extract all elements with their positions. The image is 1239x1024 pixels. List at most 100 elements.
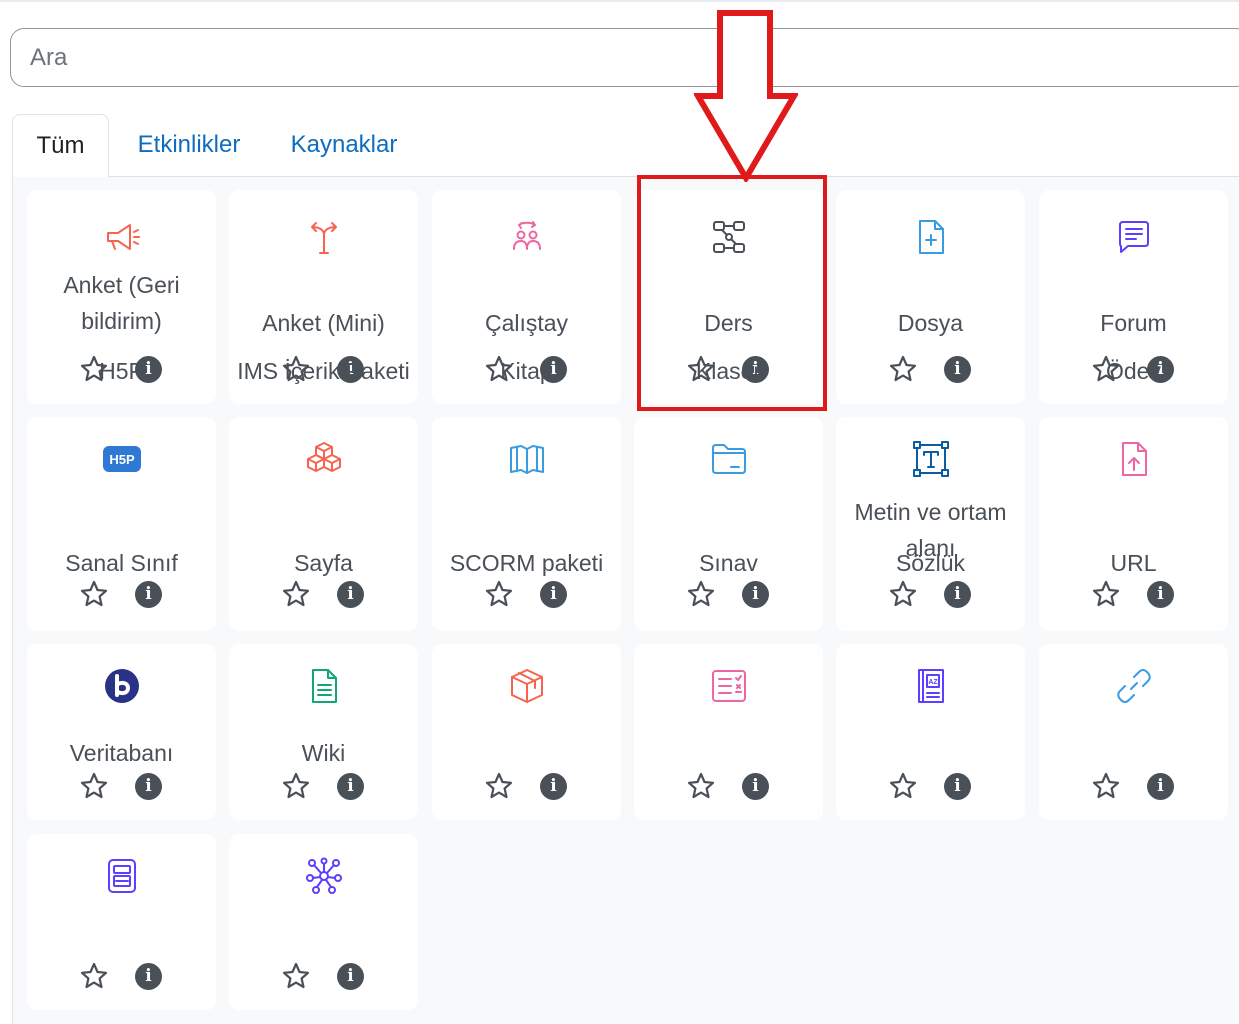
search-input[interactable] (10, 28, 1239, 87)
info-icon[interactable]: i (135, 963, 162, 990)
module-card-quiz[interactable]: Sınav i (634, 550, 823, 820)
top-divider (0, 0, 1239, 2)
module-grid: Anket (Geri bildirim) i Anket (Mini) i Çalış… (12, 177, 1239, 1024)
star-icon[interactable] (686, 579, 716, 609)
star-icon[interactable] (281, 961, 311, 991)
module-name: Sözlük (895, 550, 966, 576)
module-card-folder[interactable]: Klasör i (634, 358, 823, 631)
module-card-page[interactable]: Sayfa i (229, 550, 418, 820)
glossary-icon: AZ (836, 664, 1025, 708)
module-card-link[interactable]: URL i (1039, 550, 1228, 820)
info-icon[interactable]: i (944, 356, 971, 383)
quiz-icon (634, 664, 823, 708)
module-card-package[interactable]: IMS İçerik Paketi i (229, 358, 418, 631)
module-actions: i (229, 771, 418, 805)
book-icon (432, 437, 621, 481)
module-name: IMS İçerik Paketi (237, 358, 410, 384)
star-icon[interactable] (281, 771, 311, 801)
module-actions: i (432, 579, 621, 613)
info-icon[interactable]: i (337, 773, 364, 800)
module-actions: i (836, 354, 1025, 388)
module-name: URL (1110, 550, 1157, 576)
module-actions: i (1039, 771, 1228, 805)
star-icon[interactable] (888, 579, 918, 609)
star-icon[interactable] (484, 579, 514, 609)
module-name: Dosya (897, 310, 964, 336)
module-card-database[interactable]: Veritabanı i (27, 740, 216, 1010)
module-name: Ödev (1106, 358, 1161, 384)
signpost-icon (229, 215, 418, 259)
module-name: Klasör (695, 358, 762, 384)
file-icon (836, 215, 1025, 259)
tab-activities[interactable]: Etkinlikler (124, 114, 254, 177)
lesson-icon (634, 215, 823, 259)
module-actions: i (229, 961, 418, 995)
module-card-wiki[interactable]: Wiki i (229, 740, 418, 1010)
module-name: Kitap (500, 358, 553, 384)
star-icon[interactable] (888, 771, 918, 801)
module-card-bigbluebutton[interactable]: Sanal Sınıf i (27, 550, 216, 820)
info-icon[interactable]: i (135, 581, 162, 608)
info-icon[interactable]: i (742, 581, 769, 608)
star-icon[interactable] (888, 354, 918, 384)
module-name: Anket (Mini) (262, 310, 385, 336)
module-actions: i (634, 771, 823, 805)
module-card-file[interactable]: Dosya i (836, 190, 1025, 404)
svg-text:H5P: H5P (109, 452, 135, 467)
package-icon (229, 437, 418, 481)
database-icon (27, 854, 216, 898)
module-actions: i (27, 961, 216, 995)
info-icon[interactable]: i (540, 773, 567, 800)
wiki-icon (229, 854, 418, 898)
module-card-text-area[interactable]: Metin ve ortam alanı i (836, 417, 1025, 631)
star-icon[interactable] (686, 771, 716, 801)
h5p-icon: H5P (27, 437, 216, 481)
info-icon[interactable]: i (1147, 773, 1174, 800)
module-name: Veritabanı (69, 740, 174, 766)
module-name: Sınav (699, 550, 758, 576)
star-icon[interactable] (1091, 579, 1121, 609)
scorm-box-icon (432, 664, 621, 708)
info-icon[interactable]: i (742, 773, 769, 800)
module-name: SCORM paketi (449, 550, 604, 576)
info-icon[interactable]: i (540, 581, 567, 608)
info-icon[interactable]: i (337, 963, 364, 990)
star-icon[interactable] (484, 771, 514, 801)
svg-text:AZ: AZ (928, 679, 938, 686)
star-icon[interactable] (79, 579, 109, 609)
module-actions: i (634, 579, 823, 613)
info-icon[interactable]: i (337, 581, 364, 608)
module-card-glossary[interactable]: AZ Sözlük i (836, 550, 1025, 820)
module-card-h5p[interactable]: H5P H5P i (27, 358, 216, 631)
module-card-book[interactable]: Kitap i (432, 358, 621, 631)
module-actions: i (27, 579, 216, 613)
workshop-icon (432, 215, 621, 259)
info-icon[interactable]: i (944, 773, 971, 800)
module-name: H5P (99, 358, 144, 384)
module-actions: i (1039, 579, 1228, 613)
forum-icon (1039, 215, 1228, 259)
tab-resources[interactable]: Kaynaklar (280, 114, 408, 177)
module-name: Çalıştay (484, 310, 569, 336)
star-icon[interactable] (281, 579, 311, 609)
assignment-icon (1039, 437, 1228, 481)
module-name: Anket (Geri bildirim) (63, 272, 180, 334)
folder-icon (634, 437, 823, 481)
info-icon[interactable]: i (1147, 581, 1174, 608)
module-card-scorm-box[interactable]: SCORM paketi i (432, 550, 621, 820)
star-icon[interactable] (79, 771, 109, 801)
module-name: Sanal Sınıf (65, 550, 178, 576)
star-icon[interactable] (79, 961, 109, 991)
module-name: Sayfa (294, 550, 353, 576)
text-area-icon (836, 437, 1025, 481)
module-card-assignment[interactable]: Ödev i (1039, 358, 1228, 631)
module-name: Ders (704, 310, 753, 336)
tab-bar: Tüm Etkinlikler Kaynaklar (12, 114, 1239, 178)
star-icon[interactable] (1091, 771, 1121, 801)
tab-all[interactable]: Tüm (12, 114, 109, 178)
module-actions: i (432, 771, 621, 805)
module-actions: i (836, 579, 1025, 613)
info-icon[interactable]: i (944, 581, 971, 608)
info-icon[interactable]: i (135, 773, 162, 800)
page-icon (229, 664, 418, 708)
